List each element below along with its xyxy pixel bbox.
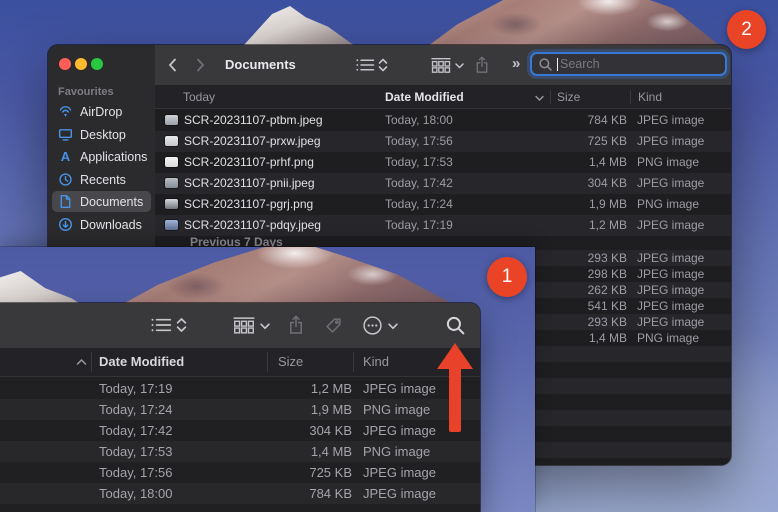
- more-actions-button[interactable]: [362, 315, 383, 336]
- sidebar-item-label: AirDrop: [80, 104, 123, 119]
- sidebar-item-label: Downloads: [80, 217, 142, 232]
- window-title: Documents: [225, 57, 296, 72]
- downloads-icon: [58, 217, 73, 232]
- finder-window-inset: Date Modified Size Kind Today, 17:19 1,2…: [0, 303, 480, 512]
- step-badge-2: 2: [727, 10, 766, 49]
- sidebar-item-label: Recents: [80, 172, 126, 187]
- zoom-button[interactable]: [91, 58, 103, 70]
- forward-button[interactable]: [195, 57, 206, 73]
- file-row[interactable]: SCR-20231107-prxw.jpeg Today, 17:56 725 …: [155, 131, 731, 152]
- minimize-button[interactable]: [75, 58, 87, 70]
- tag-icon[interactable]: [325, 317, 342, 334]
- close-button[interactable]: [59, 58, 71, 70]
- sort-descending-icon: [535, 87, 544, 109]
- file-thumbnail-icon: [165, 115, 178, 125]
- text-cursor: [557, 57, 558, 71]
- sidebar-section-label: Favourites: [58, 86, 114, 98]
- chevron-down-icon[interactable]: [388, 323, 398, 330]
- column-divider: [91, 352, 92, 372]
- file-row[interactable]: Today, 17:56 725 KB JPEG image: [0, 462, 480, 483]
- sidebar-item-downloads[interactable]: Downloads: [52, 214, 151, 235]
- sidebar-item-label: Documents: [80, 194, 144, 209]
- column-header-date[interactable]: Date Modified: [99, 348, 184, 376]
- file-thumbnail-icon: [165, 157, 178, 167]
- more-toolbar-items-chevron[interactable]: »: [512, 55, 520, 72]
- toolbar: [0, 303, 480, 349]
- file-row[interactable]: SCR-20231107-pgrj.png Today, 17:24 1,9 M…: [155, 194, 731, 215]
- sidebar-item-airdrop[interactable]: AirDrop: [52, 101, 151, 122]
- share-icon[interactable]: [475, 56, 489, 74]
- file-row[interactable]: Today, 17:42 304 KB JPEG image: [0, 420, 480, 441]
- wallpaper-mountain-right: [428, 0, 720, 46]
- sort-ascending-icon: [76, 350, 87, 374]
- search-icon[interactable]: [445, 315, 466, 336]
- sort-updown-icon[interactable]: [176, 316, 187, 334]
- back-button[interactable]: [167, 57, 178, 73]
- document-icon: [58, 194, 73, 209]
- step-badge-1: 1: [487, 257, 527, 297]
- inset-mountain-main: [112, 247, 464, 310]
- share-icon[interactable]: [288, 315, 304, 335]
- column-header-size[interactable]: Size: [557, 86, 580, 108]
- screenshot-root: Favourites AirDrop Desktop A Application…: [0, 0, 778, 512]
- file-row[interactable]: Today, 17:19 1,2 MB JPEG image: [0, 378, 480, 399]
- column-header-date[interactable]: Date Modified: [385, 86, 464, 108]
- list-header: Date Modified Size Kind: [0, 348, 480, 377]
- column-header-kind[interactable]: Kind: [363, 348, 389, 376]
- file-row[interactable]: Today, 17:24 1,9 MB PNG image: [0, 399, 480, 420]
- file-row[interactable]: SCR-20231107-prhf.png Today, 17:53 1,4 M…: [155, 152, 731, 173]
- file-row[interactable]: Today, 18:00 784 KB JPEG image: [0, 483, 480, 504]
- column-divider: [267, 352, 268, 372]
- file-thumbnail-icon: [165, 136, 178, 146]
- sort-updown-icon[interactable]: [378, 57, 388, 73]
- annotation-arrow-shaft: [449, 366, 461, 432]
- column-divider: [353, 352, 354, 372]
- search-icon: [538, 57, 553, 72]
- file-row[interactable]: Today, 17:53 1,4 MB PNG image: [0, 441, 480, 462]
- list-header: Today Date Modified Size Kind: [155, 86, 731, 109]
- search-placeholder: Search: [560, 57, 600, 71]
- toolbar: Documents » Search: [155, 45, 731, 86]
- file-row[interactable]: SCR-20231107-pnii.jpeg Today, 17:42 304 …: [155, 173, 731, 194]
- sidebar-item-applications[interactable]: A Applications: [52, 146, 151, 167]
- recents-icon: [58, 172, 73, 187]
- group-header-today: Today: [183, 90, 216, 104]
- desktop-icon: [58, 127, 73, 142]
- chevron-down-icon[interactable]: [260, 323, 270, 330]
- file-row[interactable]: SCR-20231107-ptbm.jpeg Today, 18:00 784 …: [155, 110, 731, 131]
- column-divider: [630, 90, 631, 104]
- search-field[interactable]: Search: [530, 52, 727, 76]
- sidebar-item-desktop[interactable]: Desktop: [52, 124, 151, 145]
- list-view-button[interactable]: [355, 57, 375, 73]
- sidebar-item-documents[interactable]: Documents: [52, 191, 151, 212]
- wallpaper-mountain-left: [243, 6, 355, 46]
- file-thumbnail-icon: [165, 220, 178, 230]
- inset-screenshot-1: Date Modified Size Kind Today, 17:19 1,2…: [0, 247, 535, 512]
- group-by-button[interactable]: [232, 316, 256, 334]
- chevron-down-icon[interactable]: [455, 63, 464, 69]
- applications-icon: A: [60, 149, 71, 164]
- file-row[interactable]: SCR-20231107-pdqy.jpeg Today, 17:19 1,2 …: [155, 215, 731, 236]
- file-thumbnail-icon: [165, 178, 178, 188]
- airdrop-icon: [58, 104, 73, 119]
- sidebar-item-label: Applications: [80, 149, 148, 164]
- list-view-button[interactable]: [150, 316, 172, 334]
- sidebar-item-label: Desktop: [80, 127, 126, 142]
- column-header-size[interactable]: Size: [278, 348, 303, 376]
- sidebar-item-recents[interactable]: Recents: [52, 169, 151, 190]
- column-divider: [550, 90, 551, 104]
- group-by-button[interactable]: [430, 57, 452, 73]
- column-header-kind[interactable]: Kind: [638, 86, 662, 108]
- file-thumbnail-icon: [165, 199, 178, 209]
